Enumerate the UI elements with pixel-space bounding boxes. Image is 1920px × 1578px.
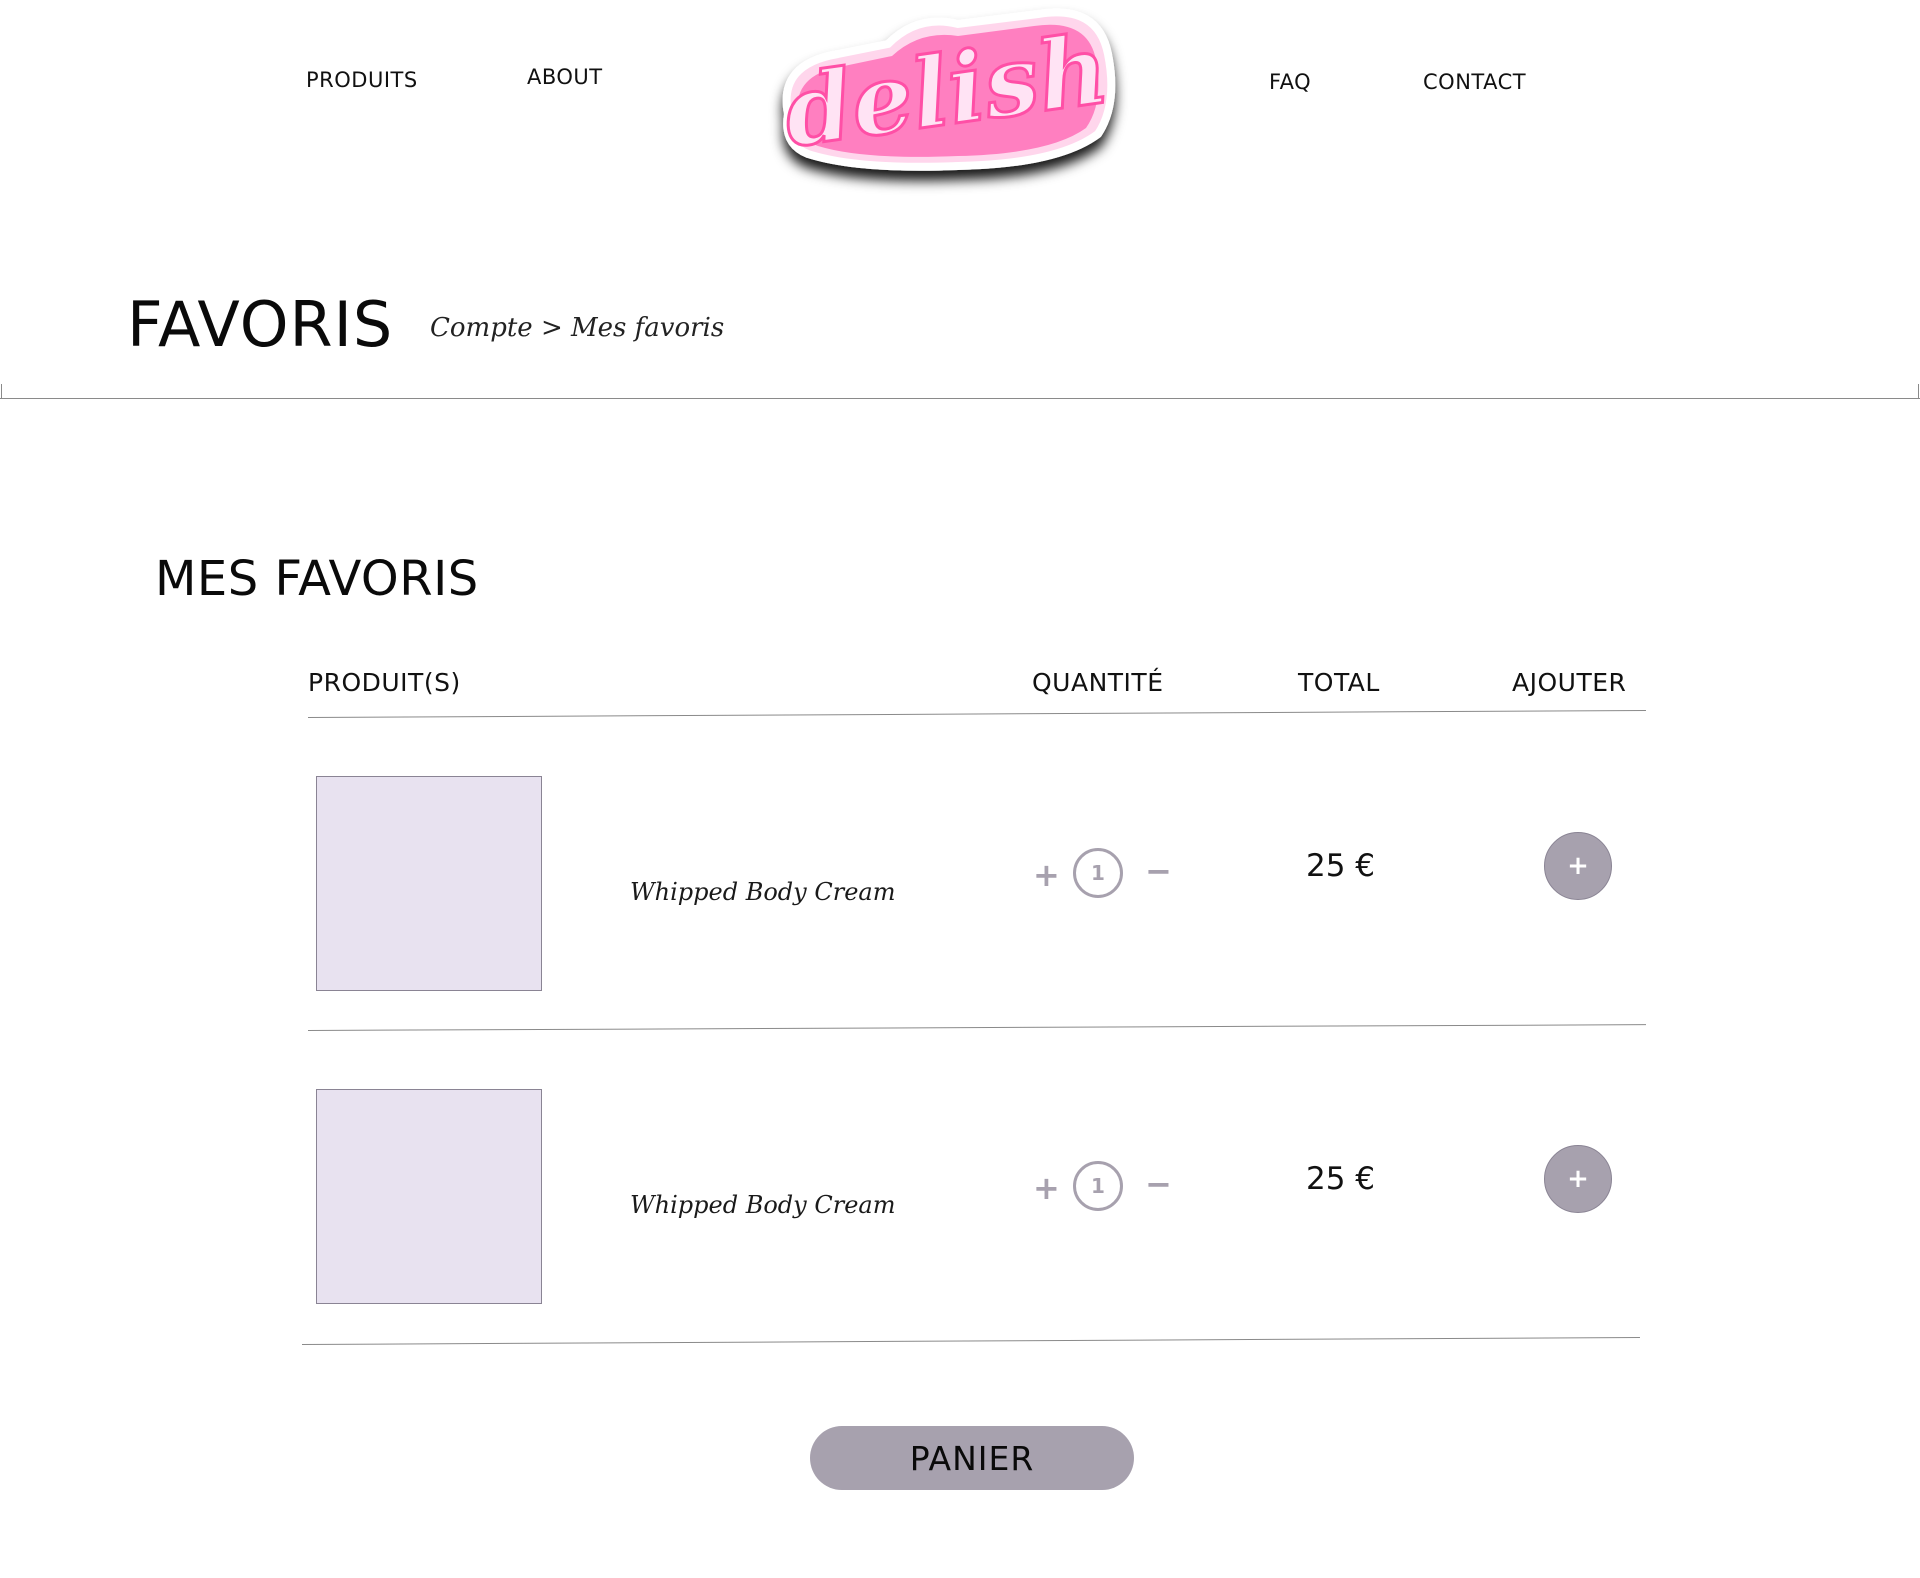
- row-total: 25 €: [1306, 1161, 1376, 1197]
- nav-link-contact[interactable]: CONTACT: [1423, 70, 1526, 94]
- breadcrumb-account[interactable]: Compte: [430, 313, 533, 343]
- breadcrumb: Compte > Mes favoris: [430, 313, 724, 343]
- quantity-value: 1: [1073, 1161, 1123, 1211]
- minus-icon[interactable]: −: [1145, 852, 1172, 890]
- minus-icon[interactable]: −: [1145, 1165, 1172, 1203]
- plus-icon: +: [1567, 1164, 1589, 1194]
- table-divider: [307, 709, 1646, 718]
- header-divider-tick: [1918, 384, 1919, 399]
- product-name[interactable]: Whipped Body Cream: [630, 1191, 895, 1219]
- column-header-total: TOTAL: [1298, 668, 1380, 697]
- table-row: Whipped Body Cream + 1 − 25 € +: [0, 776, 1920, 1036]
- nav-link-faq[interactable]: FAQ: [1269, 70, 1311, 94]
- product-name[interactable]: Whipped Body Cream: [630, 878, 895, 906]
- table-row: Whipped Body Cream + 1 − 25 € +: [0, 1089, 1920, 1349]
- quantity-value: 1: [1073, 848, 1123, 898]
- panier-button[interactable]: PANIER: [810, 1426, 1134, 1490]
- product-image-placeholder[interactable]: [316, 776, 542, 991]
- nav-link-produits[interactable]: PRODUITS: [306, 68, 418, 92]
- plus-icon: +: [1567, 851, 1589, 881]
- header-divider: [0, 398, 1920, 399]
- breadcrumb-favorites[interactable]: Mes favoris: [571, 313, 724, 343]
- favorites-page: PRODUITS ABOUT FAQ CONTACT delish FAVORI…: [0, 0, 1920, 1578]
- page-title: FAVORIS: [127, 288, 394, 361]
- column-header-products: PRODUIT(S): [308, 668, 461, 697]
- add-to-cart-button[interactable]: +: [1544, 832, 1612, 900]
- header-divider-tick: [1, 384, 2, 399]
- plus-icon[interactable]: +: [1033, 1169, 1060, 1207]
- product-image-placeholder[interactable]: [316, 1089, 542, 1304]
- nav-link-about[interactable]: ABOUT: [527, 65, 603, 89]
- row-total: 25 €: [1306, 848, 1376, 884]
- column-header-add: AJOUTER: [1512, 668, 1627, 697]
- add-to-cart-button[interactable]: +: [1544, 1145, 1612, 1213]
- breadcrumb-separator: >: [540, 313, 563, 343]
- section-title: MES FAVORIS: [155, 551, 479, 607]
- delish-logo[interactable]: delish: [758, 4, 1138, 200]
- plus-icon[interactable]: +: [1033, 856, 1060, 894]
- column-header-quantity: QUANTITÉ: [1032, 668, 1164, 697]
